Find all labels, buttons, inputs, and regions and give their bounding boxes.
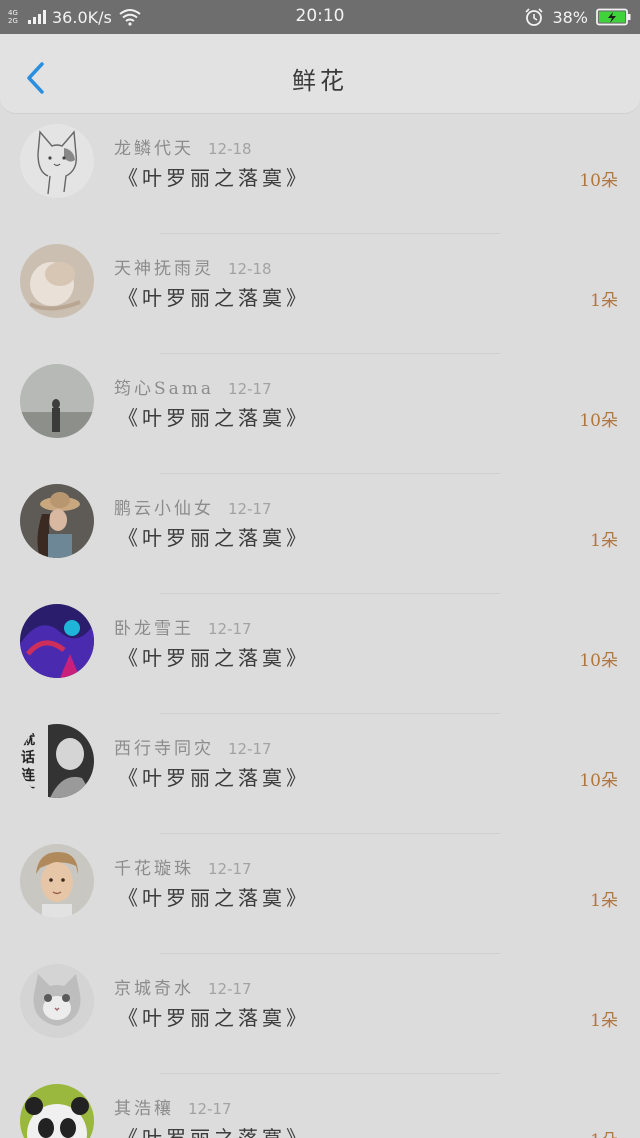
book-title[interactable]: 《叶罗丽之落寞》	[118, 1002, 310, 1031]
user-name[interactable]: 筠心Sama 12-17	[114, 374, 272, 399]
avatar[interactable]: 就话连等	[20, 724, 94, 798]
user-name-text: 龙鳞代天	[114, 139, 194, 159]
avatar[interactable]	[20, 844, 94, 918]
flower-count: 10朵	[579, 171, 618, 191]
list-item[interactable]: 其浩穰 12-17 《叶罗丽之落寞》 1朵	[0, 1074, 640, 1138]
item-date: 12-17	[228, 500, 272, 518]
item-date: 12-17	[188, 1100, 232, 1118]
alarm-icon	[525, 8, 544, 26]
flower-count: 10朵	[579, 651, 618, 671]
svg-text:等: 等	[21, 785, 35, 798]
item-date: 12-18	[228, 260, 272, 278]
flower-count: 10朵	[579, 771, 618, 791]
item-date: 12-17	[208, 620, 252, 638]
avatar[interactable]	[20, 124, 94, 198]
user-name[interactable]: 天神抚雨灵 12-18	[114, 254, 272, 279]
user-name[interactable]: 西行寺同灾 12-17	[114, 734, 272, 759]
list-item[interactable]: 就话连等西行寺同灾 12-17 《叶罗丽之落寞》 10朵	[0, 714, 640, 834]
user-name-text: 筠心Sama	[114, 379, 215, 399]
status-right: 38%	[524, 5, 632, 29]
book-title[interactable]: 《叶罗丽之落寞》	[118, 1122, 310, 1138]
user-name-text: 京城奇水	[114, 979, 194, 999]
list-item[interactable]: 筠心Sama 12-17 《叶罗丽之落寞》 10朵	[0, 354, 640, 474]
user-name-text: 天神抚雨灵	[114, 259, 214, 279]
list-item[interactable]: 千花璇珠 12-17 《叶罗丽之落寞》 1朵	[0, 834, 640, 954]
flower-count: 1朵	[590, 1126, 618, 1138]
item-date: 12-18	[208, 140, 252, 158]
avatar[interactable]	[20, 964, 94, 1038]
user-name[interactable]: 卧龙雪王 12-17	[114, 614, 252, 639]
flower-count: 10朵	[579, 411, 618, 431]
flower-count: 1朵	[590, 531, 618, 551]
svg-text:话: 话	[21, 749, 35, 766]
user-name-text: 卧龙雪王	[114, 619, 194, 639]
flower-list: 龙鳞代天 12-18 《叶罗丽之落寞》 10朵 天神抚雨灵 12-18 《叶罗丽之落寞》 1朵…	[0, 114, 640, 1138]
user-name-text: 西行寺同灾	[114, 739, 214, 759]
user-name[interactable]: 京城奇水 12-17	[114, 974, 252, 999]
avatar[interactable]	[20, 244, 94, 318]
item-date: 12-17	[228, 380, 272, 398]
book-title[interactable]: 《叶罗丽之落寞》	[118, 162, 310, 191]
book-title[interactable]: 《叶罗丽之落寞》	[118, 882, 310, 911]
item-date: 12-17	[228, 740, 272, 758]
book-title[interactable]: 《叶罗丽之落寞》	[118, 522, 310, 551]
list-item[interactable]: 天神抚雨灵 12-18 《叶罗丽之落寞》 1朵	[0, 234, 640, 354]
item-date: 12-17	[208, 860, 252, 878]
avatar[interactable]	[20, 484, 94, 558]
book-title[interactable]: 《叶罗丽之落寞》	[118, 402, 310, 431]
header: 鲜花	[0, 34, 640, 114]
avatar[interactable]	[20, 1084, 94, 1138]
flower-count: 1朵	[590, 1011, 618, 1031]
avatar[interactable]	[20, 364, 94, 438]
list-item[interactable]: 龙鳞代天 12-18 《叶罗丽之落寞》 10朵	[0, 114, 640, 234]
user-name-text: 鹏云小仙女	[114, 499, 214, 519]
avatar[interactable]	[20, 604, 94, 678]
battery-icon	[596, 8, 631, 26]
flower-count: 1朵	[590, 291, 618, 311]
svg-text:连: 连	[21, 767, 36, 784]
flower-count: 1朵	[590, 891, 618, 911]
user-name-text: 其浩穰	[114, 1099, 174, 1119]
item-date: 12-17	[208, 980, 252, 998]
book-title[interactable]: 《叶罗丽之落寞》	[118, 642, 310, 671]
user-name[interactable]: 龙鳞代天 12-18	[114, 134, 252, 159]
user-name[interactable]: 其浩穰 12-17	[114, 1094, 232, 1119]
user-name[interactable]: 鹏云小仙女 12-17	[114, 494, 272, 519]
book-title[interactable]: 《叶罗丽之落寞》	[118, 282, 310, 311]
user-name[interactable]: 千花璇珠 12-17	[114, 854, 252, 879]
battery-percent: 38%	[552, 7, 588, 27]
svg-text:就: 就	[21, 731, 35, 748]
user-name-text: 千花璇珠	[114, 859, 194, 879]
list-item[interactable]: 京城奇水 12-17 《叶罗丽之落寞》 1朵	[0, 954, 640, 1074]
page-title: 鲜花	[292, 67, 348, 95]
status-bar: 4G 2G 36.0K/s 20:10 38%	[0, 0, 640, 34]
book-title[interactable]: 《叶罗丽之落寞》	[118, 762, 310, 791]
list-item[interactable]: 卧龙雪王 12-17 《叶罗丽之落寞》 10朵	[0, 594, 640, 714]
list-item[interactable]: 鹏云小仙女 12-17 《叶罗丽之落寞》 1朵	[0, 474, 640, 594]
